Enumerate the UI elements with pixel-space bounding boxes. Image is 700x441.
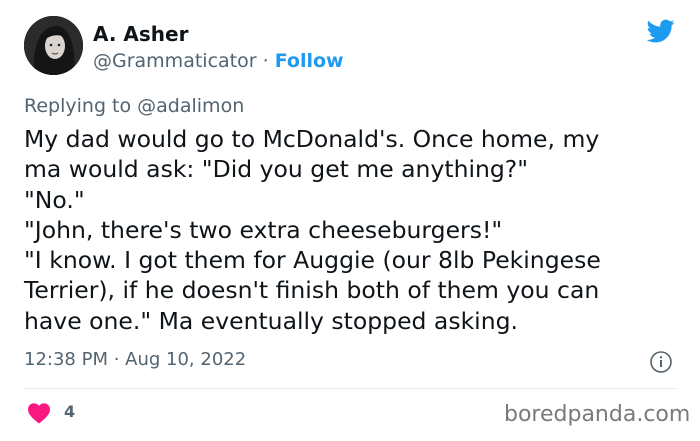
replying-to: Replying to @adalimon [24,95,244,117]
replying-to-label: Replying to [24,95,138,117]
info-icon[interactable] [649,350,673,374]
author-name[interactable]: A. Asher [93,22,188,46]
tweet-timestamp[interactable]: 12:38 PM · Aug 10, 2022 [24,349,246,370]
author-handle[interactable]: @Grammaticator [93,50,257,72]
tweet-text-line: ma would ask: "Did you get me anything?" [24,155,529,184]
tweet-text-line: have one." Ma eventually stopped asking. [24,306,518,335]
tweet-card: A. Asher @Grammaticator · Follow Replyin… [0,0,700,441]
follow-button[interactable]: Follow [275,50,344,72]
twitter-bird-icon[interactable] [645,17,677,45]
author-handle-row: @Grammaticator · Follow [93,50,344,72]
avatar[interactable] [24,16,83,75]
tweet-text-line: Terrier), if he doesn't finish both of t… [24,276,600,305]
tweet-text-line: "No." [24,185,85,214]
watermark: boredpanda.com [504,402,691,427]
tweet-text: My dad would go to McDonald's. Once home… [24,124,684,336]
reply-mention-link[interactable]: @adalimon [137,95,244,117]
divider [24,388,676,389]
tweet-text-line: "I know. I got them for Auggie (our 8lb … [24,246,601,275]
separator-dot: · [262,50,275,72]
heart-icon[interactable] [27,402,51,424]
like-count[interactable]: 4 [64,402,75,421]
tweet-text-line: My dad would go to McDonald's. Once home… [24,125,600,153]
tweet-text-line: "John, there's two extra cheeseburgers!" [24,215,503,244]
